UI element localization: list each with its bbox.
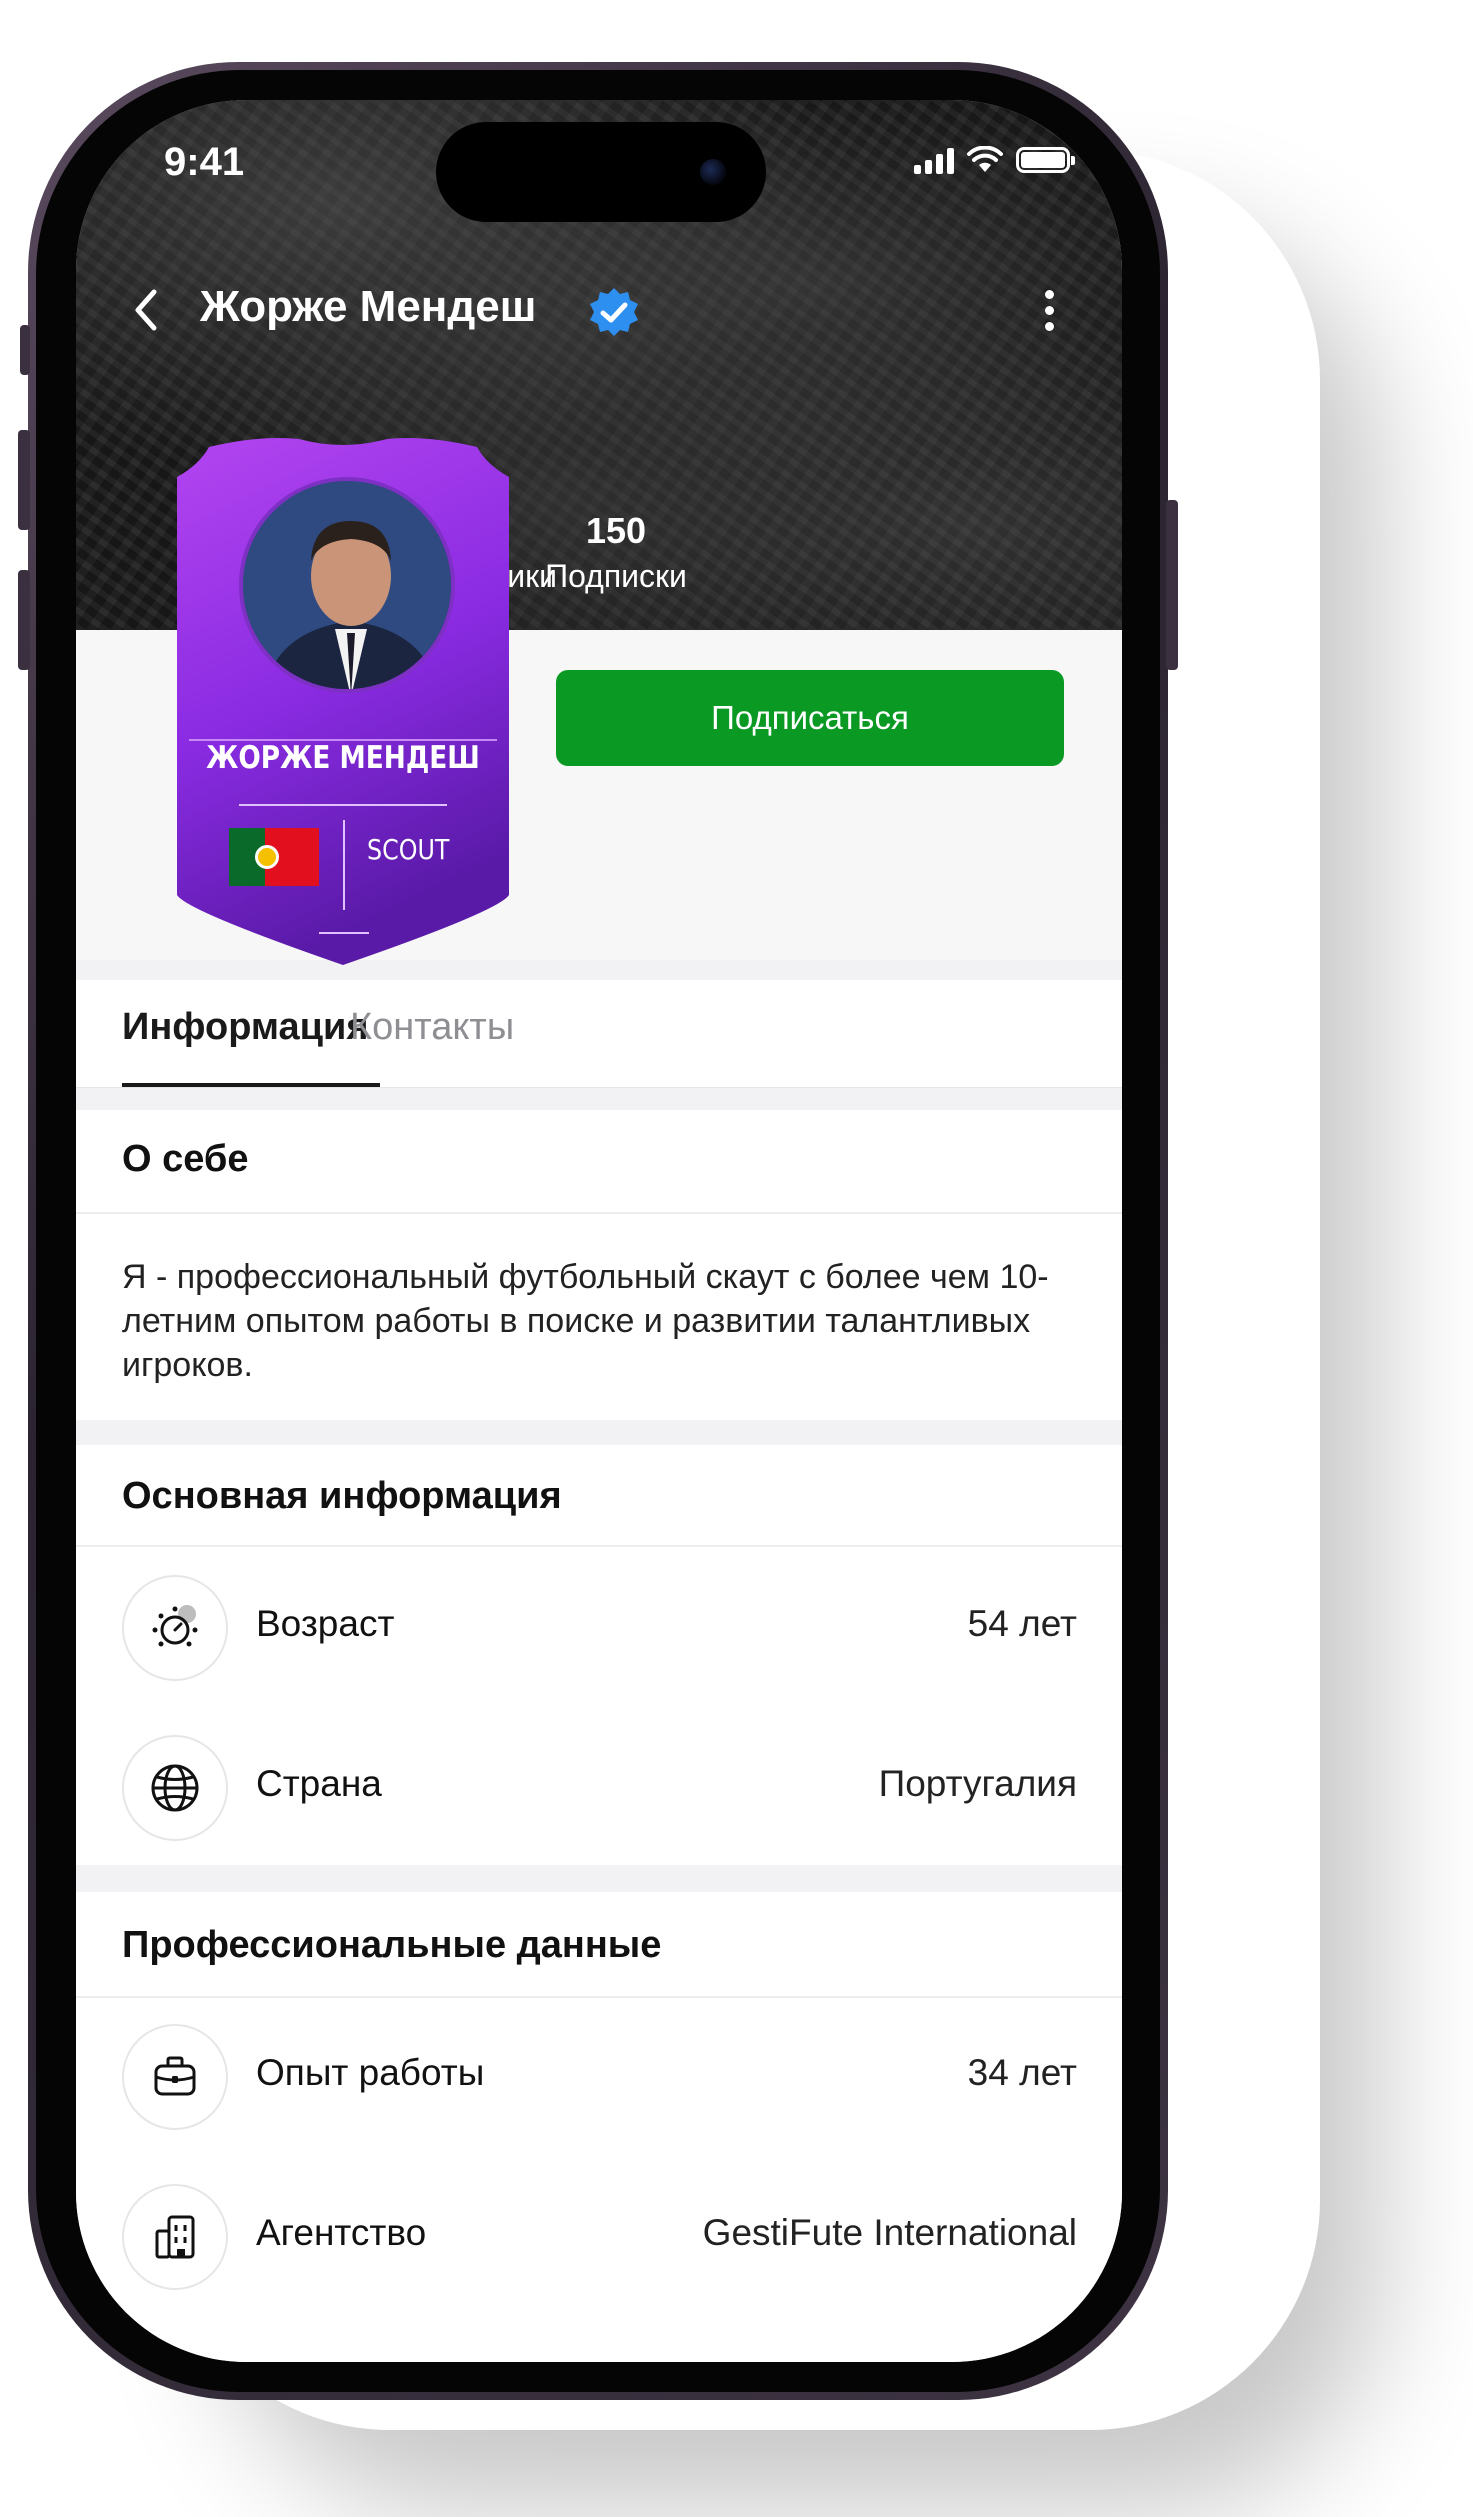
globe-icon bbox=[122, 1735, 228, 1841]
info-label: Опыт работы bbox=[256, 2052, 485, 2093]
more-options-button[interactable] bbox=[1024, 280, 1074, 340]
profile-tabs: Информация Контакты bbox=[76, 980, 1122, 1088]
age-icon bbox=[122, 1575, 228, 1681]
info-row-country: Страна Португалия bbox=[76, 1735, 1122, 1845]
subscribe-button[interactable]: Подписаться bbox=[556, 670, 1064, 766]
card-player-name: ЖОРЖЕ МЕНДЕШ bbox=[206, 740, 480, 776]
app-screen: 9:41 Жорже Мендеш 150 Подписки Подписать… bbox=[76, 100, 1122, 2362]
section-divider bbox=[76, 1545, 1122, 1547]
active-tab-indicator bbox=[122, 1083, 380, 1087]
info-value: Португалия bbox=[878, 1763, 1077, 1804]
basic-info-title: Основная информация bbox=[122, 1475, 562, 1517]
info-value: 34 лет bbox=[967, 2052, 1077, 2093]
section-divider bbox=[76, 1212, 1122, 1214]
about-text: Я - профессиональный футбольный скаут с … bbox=[122, 1258, 1049, 1384]
tab-contacts[interactable]: Контакты bbox=[350, 1006, 514, 1049]
following-label: Подписки bbox=[545, 558, 687, 594]
professional-section: Профессиональные данные Опыт работы 34 л… bbox=[76, 1892, 1122, 2362]
info-row-agency: Агентство GestiFute International bbox=[76, 2184, 1122, 2294]
dynamic-island bbox=[436, 122, 766, 222]
wifi-icon bbox=[967, 146, 1003, 172]
avatar bbox=[239, 477, 455, 693]
basic-info-section: Основная информация Возраст 54 лет Стран… bbox=[76, 1445, 1122, 1865]
cellular-signal-icon bbox=[914, 146, 954, 174]
back-button[interactable] bbox=[116, 280, 176, 340]
volume-up-button bbox=[18, 430, 30, 530]
info-value: GestiFute International bbox=[702, 2212, 1077, 2253]
about-section: О себе Я - профессиональный футбольный с… bbox=[76, 1110, 1122, 1420]
section-divider bbox=[76, 1996, 1122, 1998]
portugal-flag-icon bbox=[229, 828, 319, 886]
card-role: SCOUT bbox=[367, 833, 450, 866]
briefcase-icon bbox=[122, 2024, 228, 2130]
avatar-photo bbox=[243, 481, 451, 689]
battery-icon bbox=[1016, 147, 1075, 173]
action-button bbox=[20, 325, 30, 375]
building-icon bbox=[122, 2184, 228, 2290]
info-row-age: Возраст 54 лет bbox=[76, 1575, 1122, 1685]
info-label: Агентство bbox=[256, 2212, 427, 2253]
following-count: 150 bbox=[585, 510, 647, 551]
chevron-left-icon bbox=[135, 289, 157, 331]
nav-bar: Жорже Мендеш bbox=[76, 270, 1122, 350]
info-row-experience: Опыт работы 34 лет bbox=[76, 2024, 1122, 2134]
about-title: О себе bbox=[122, 1138, 249, 1180]
volume-down-button bbox=[18, 570, 30, 670]
tab-info[interactable]: Информация bbox=[122, 1006, 369, 1049]
info-label: Возраст bbox=[256, 1603, 395, 1644]
info-value: 54 лет bbox=[967, 1603, 1077, 1644]
following-stat[interactable]: 150 Подписки bbox=[536, 510, 696, 595]
camera-icon bbox=[700, 159, 726, 185]
professional-title: Профессиональные данные bbox=[122, 1924, 662, 1966]
info-label: Страна bbox=[256, 1763, 382, 1804]
status-bar: 9:41 bbox=[76, 100, 1122, 230]
verified-badge-icon bbox=[590, 288, 638, 336]
power-button bbox=[1166, 500, 1178, 670]
profile-name: Жорже Мендеш bbox=[200, 282, 537, 331]
status-time: 9:41 bbox=[164, 140, 245, 184]
player-card: ЖОРЖЕ МЕНДЕШ SCOUT bbox=[169, 435, 517, 965]
status-icons bbox=[914, 146, 1075, 174]
